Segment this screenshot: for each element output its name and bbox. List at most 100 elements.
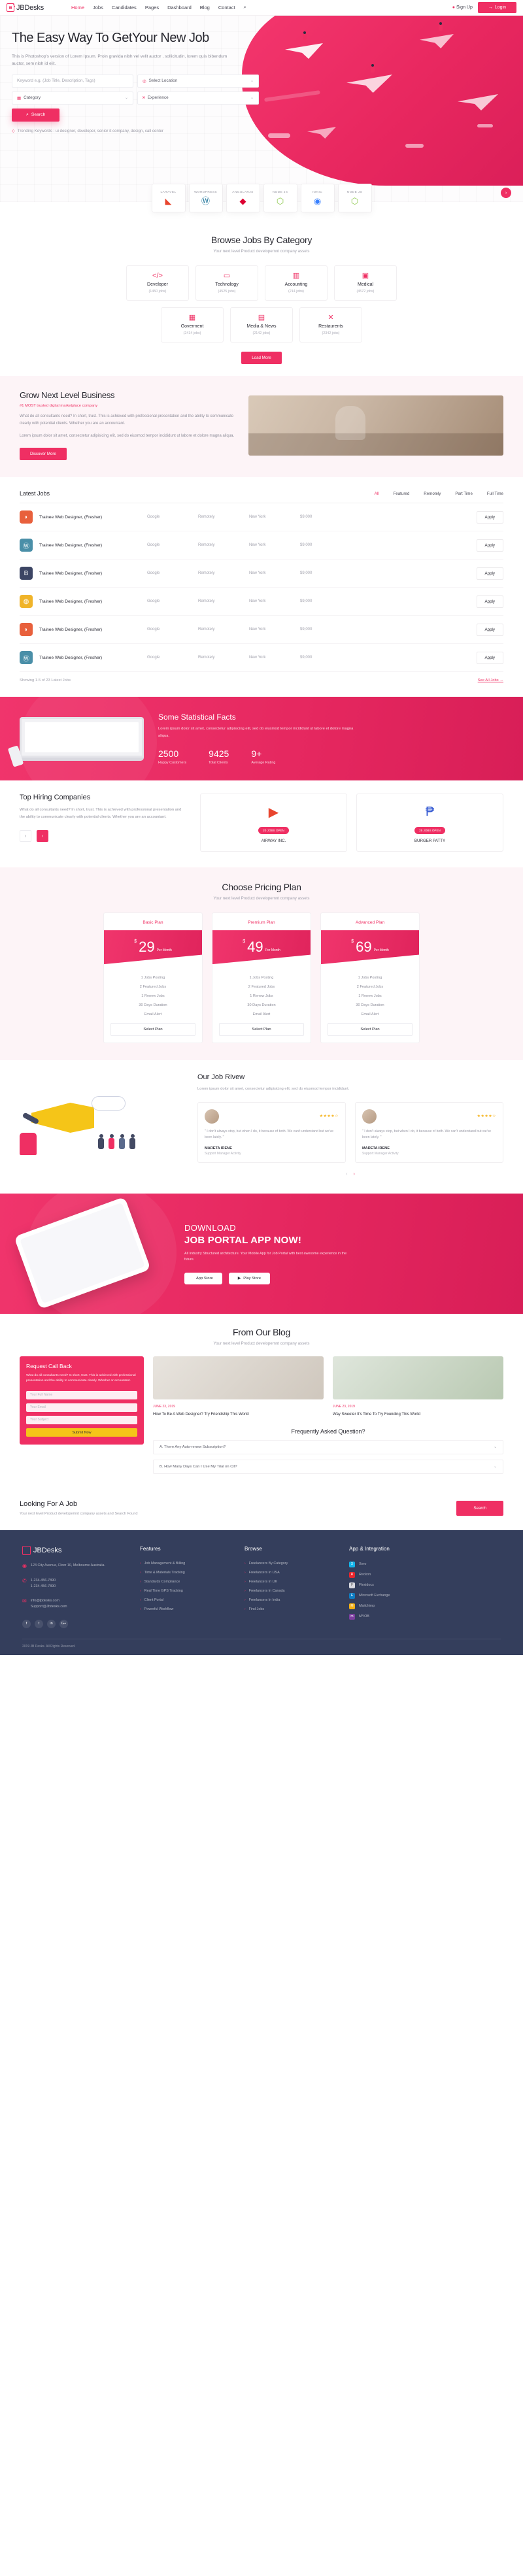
- apply-button[interactable]: Apply: [476, 623, 503, 636]
- nav-item-dashboard[interactable]: Dashboard: [167, 5, 192, 10]
- twitter-icon[interactable]: t: [35, 1619, 43, 1628]
- list-item[interactable]: m MYOB: [349, 1611, 434, 1622]
- tab-all[interactable]: All: [375, 492, 379, 496]
- category-grid-row2: ▦ Goverment (2414 jobs) ▤ Media & News (…: [0, 307, 523, 343]
- list-item[interactable]: M Mailchimp: [349, 1601, 434, 1611]
- tab-featured[interactable]: Featured: [394, 492, 410, 496]
- blog-post-card[interactable]: JUNE 23, 2019 How To Be A Web Designer? …: [153, 1356, 324, 1418]
- search-button[interactable]: ⌕ Search: [12, 108, 60, 122]
- list-item[interactable]: › Time & Materials Tracking: [140, 1568, 225, 1577]
- list-item[interactable]: › Find Jobs: [245, 1605, 329, 1614]
- footer-logo[interactable]: JBDesks: [22, 1546, 120, 1556]
- list-item[interactable]: › Job Management & Billing: [140, 1559, 225, 1568]
- list-item[interactable]: › Freelancers In UK: [245, 1577, 329, 1586]
- linkedin-icon[interactable]: in: [47, 1619, 56, 1628]
- review-prev-button[interactable]: ‹: [346, 1172, 347, 1177]
- table-row[interactable]: ◍ Trainee Web Designer, (Fresher) Google…: [20, 588, 503, 616]
- list-item[interactable]: › Powerful Workflow: [140, 1605, 225, 1614]
- nav-item-home[interactable]: Home: [71, 5, 84, 10]
- category-select[interactable]: ▦ Category ⌄: [12, 91, 133, 105]
- category-card-accounting[interactable]: ▥ Accounting (214 jobs): [265, 265, 328, 301]
- play-store-button[interactable]: ▶ Play Store: [228, 1273, 270, 1285]
- brand-card-nodejs[interactable]: NODE JS ⬡: [263, 184, 297, 212]
- list-item[interactable]: › Freelancers In India: [245, 1596, 329, 1605]
- see-all-jobs-link[interactable]: See All Jobs →: [478, 678, 503, 682]
- list-item[interactable]: › Real Time GPS Tracking: [140, 1586, 225, 1596]
- list-item[interactable]: F Flexidocs: [349, 1580, 434, 1590]
- select-plan-button[interactable]: Select Plan: [110, 1023, 195, 1037]
- brand-card-nodejs-2[interactable]: NODE JS ⬡: [337, 184, 372, 212]
- nav-item-jobs[interactable]: Jobs: [93, 5, 103, 10]
- company-card-airway[interactable]: ▶ 20 JOBS OPEN AIRWAY INC.: [200, 794, 347, 852]
- xero-icon: X: [349, 1561, 355, 1567]
- cta-search-button[interactable]: Search: [456, 1500, 503, 1516]
- review-next-button[interactable]: ›: [354, 1172, 355, 1177]
- email-input[interactable]: Your Email: [26, 1403, 137, 1412]
- fullname-input[interactable]: Your Full Name: [26, 1390, 137, 1399]
- category-card-technology[interactable]: ▭ Technology (4525 jobs): [195, 265, 258, 301]
- nav-item-contact[interactable]: Contact: [218, 5, 235, 10]
- experience-select[interactable]: ⩙ Experience ⌄: [137, 91, 259, 105]
- list-item[interactable]: R Reckon: [349, 1569, 434, 1580]
- submit-callback-button[interactable]: Submit Now: [26, 1428, 137, 1437]
- table-row[interactable]: ◗ Trainee Web Designer, (Fresher) Google…: [20, 616, 503, 644]
- nav-item-pages[interactable]: Pages: [145, 5, 159, 10]
- list-item[interactable]: › Standards Compliance: [140, 1577, 225, 1586]
- list-item[interactable]: › Freelancers In Canada: [245, 1586, 329, 1596]
- list-item[interactable]: E Microsoft Exchange: [349, 1590, 434, 1601]
- tab-full-time[interactable]: Full Time: [487, 492, 503, 496]
- brand-card-laravel[interactable]: LARAVEL ◣: [151, 184, 186, 212]
- select-plan-button[interactable]: Select Plan: [328, 1023, 413, 1037]
- location-select[interactable]: ◎ Select Location ⌄: [137, 74, 259, 88]
- apply-button[interactable]: Apply: [476, 595, 503, 608]
- callback-title: Request Call Back: [26, 1362, 72, 1369]
- apply-button[interactable]: Apply: [476, 539, 503, 552]
- footer-apps-column: App & Integration X Xero R Reckon F Flexido…: [349, 1546, 434, 1628]
- category-card-goverment[interactable]: ▦ Goverment (2414 jobs): [161, 307, 224, 343]
- brand-card-ionic[interactable]: IONIC ◉: [300, 184, 335, 212]
- search-icon[interactable]: ⌕: [244, 5, 246, 10]
- carousel-next-button[interactable]: ›: [37, 830, 48, 843]
- grow-paragraph-1: What do all consultants need? In short, …: [20, 414, 234, 426]
- list-item[interactable]: › Freelancers In USA: [245, 1568, 329, 1577]
- list-item[interactable]: › Freelancers By Category: [245, 1559, 329, 1568]
- blog-post-card[interactable]: JUNE 23, 2019 Way Sweeter It's Time To T…: [333, 1356, 503, 1418]
- category-card-media-news[interactable]: ▤ Media & News (2142 jobs): [230, 307, 293, 343]
- table-row[interactable]: Ⓦ Trainee Web Designer, (Fresher) Google…: [20, 644, 503, 673]
- job-company: Google: [147, 599, 160, 604]
- brand-card-wordpress[interactable]: WORDPRESS Ⓦ: [188, 184, 223, 212]
- list-item[interactable]: › Client Portal: [140, 1596, 225, 1605]
- tab-part-time[interactable]: Part Time: [455, 492, 472, 496]
- apply-button[interactable]: Apply: [476, 651, 503, 664]
- apply-button[interactable]: Apply: [476, 567, 503, 580]
- carousel-prev-button[interactable]: ‹: [20, 830, 31, 843]
- category-card-restaurents[interactable]: ✕ Restaurents (2342 jobs): [299, 307, 362, 343]
- select-plan-button[interactable]: Select Plan: [219, 1023, 304, 1037]
- signup-button[interactable]: ● Sign Up: [452, 5, 473, 10]
- faq-item[interactable]: A. There Any Auto-renew Subscription? ⌄: [153, 1440, 503, 1455]
- nav-item-blog[interactable]: Blog: [200, 5, 210, 10]
- logo[interactable]: ▤ JBDesks: [7, 3, 44, 12]
- tab-remotely[interactable]: Remotely: [424, 492, 441, 496]
- table-row[interactable]: ◗ Trainee Web Designer, (Fresher) Google…: [20, 503, 503, 532]
- facebook-icon[interactable]: f: [22, 1619, 31, 1628]
- company-card-burger-patty[interactable]: ₱ 25 JOBS OPEN BURGER PATTY: [356, 794, 503, 852]
- load-more-button[interactable]: Load More: [241, 352, 282, 364]
- app-store-button[interactable]: App Store: [184, 1273, 222, 1285]
- category-card-medical[interactable]: ▣ Medical (4572 jobs): [334, 265, 397, 301]
- login-button[interactable]: → Login: [477, 2, 516, 13]
- category-card-developer[interactable]: </> Developer (1450 jobs): [126, 265, 189, 301]
- table-row[interactable]: Ⓦ Trainee Web Designer, (Fresher) Google…: [20, 531, 503, 560]
- footer-email: ✉ info@jbdesks.com Support@Jbdesks.com: [22, 1598, 120, 1611]
- list-item[interactable]: X Xero: [349, 1559, 434, 1569]
- subject-placeholder: Your Subject: [30, 1418, 49, 1422]
- apply-button[interactable]: Apply: [476, 510, 503, 524]
- faq-item[interactable]: B. How Many Days Can I Use My Trial on C…: [153, 1460, 503, 1475]
- discover-more-button[interactable]: Discover More: [20, 448, 67, 461]
- brand-card-angularjs[interactable]: ANGULARJS ◆: [226, 184, 260, 212]
- nav-item-candidates[interactable]: Candidates: [112, 5, 137, 10]
- subject-input[interactable]: Your Subject: [26, 1415, 137, 1424]
- keyword-input[interactable]: Keyword e.g. (Job Title, Description, Ta…: [12, 74, 133, 88]
- table-row[interactable]: B Trainee Web Designer, (Fresher) Google…: [20, 560, 503, 588]
- google-plus-icon[interactable]: G+: [59, 1619, 68, 1628]
